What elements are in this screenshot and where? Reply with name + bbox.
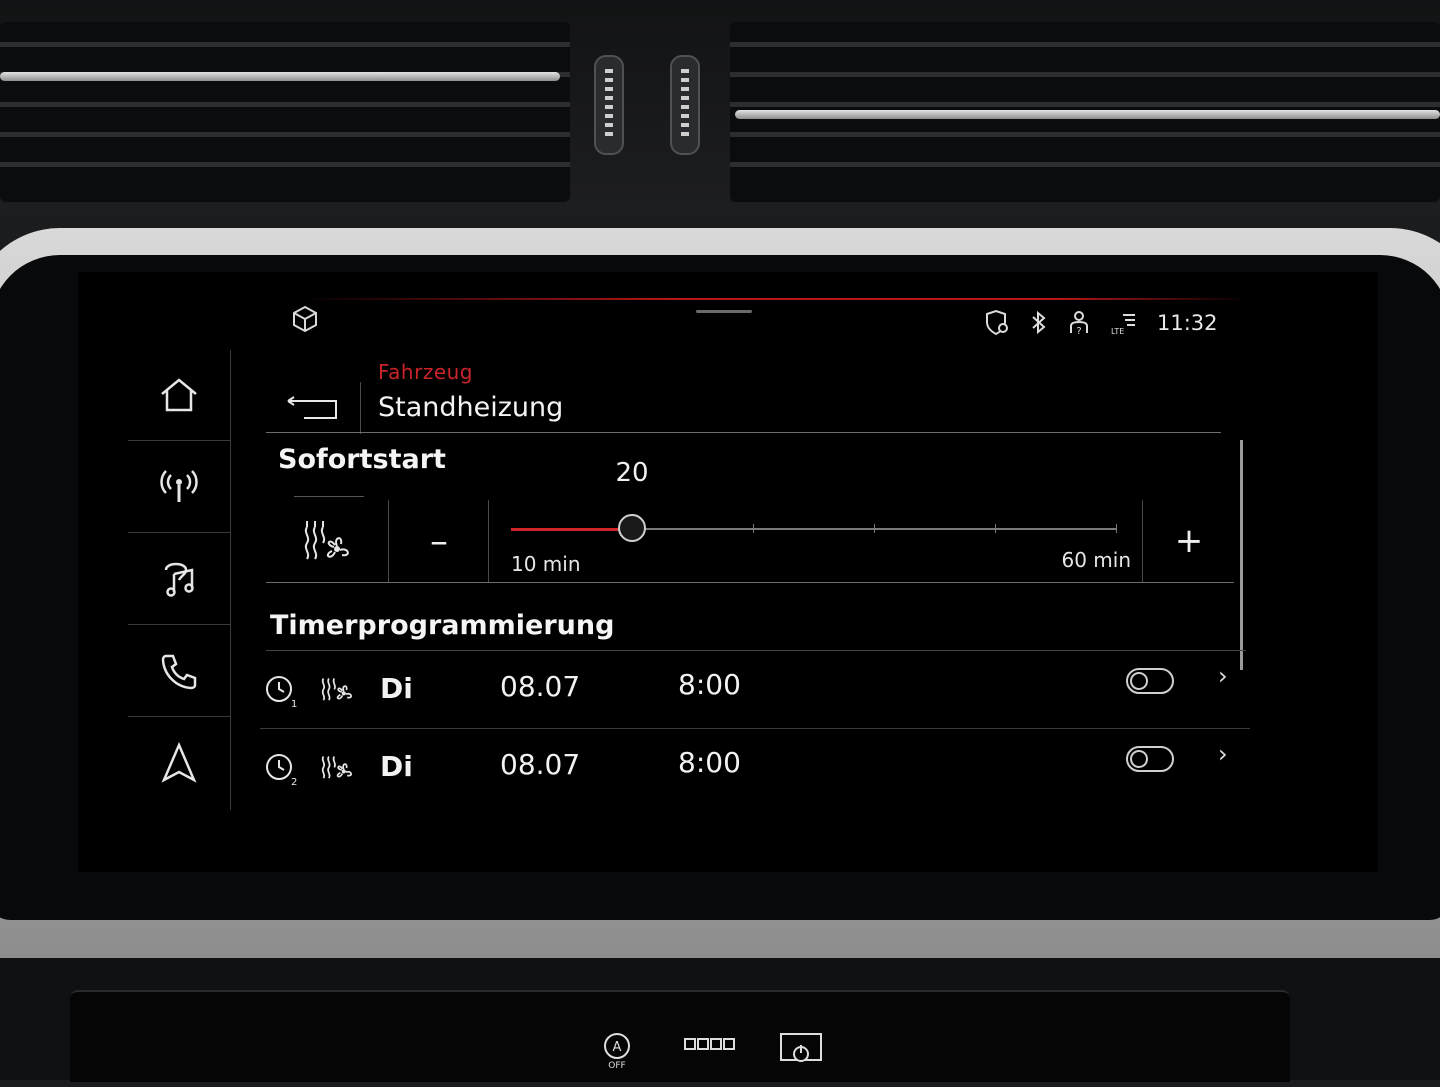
nav-radio[interactable] (128, 442, 230, 533)
vent-trim-left (0, 72, 560, 81)
svg-text:A: A (613, 1040, 622, 1055)
status-accent-line (298, 298, 1248, 300)
timer-toggle[interactable] (1126, 746, 1174, 772)
vent-adjuster-left[interactable] (594, 55, 624, 155)
heat-mode-underline (294, 496, 364, 497)
nav-navigation[interactable] (128, 718, 230, 808)
breadcrumb[interactable]: Fahrzeug (378, 360, 473, 384)
slider-min-label: 10 min (511, 552, 581, 576)
antenna-icon (160, 470, 198, 502)
chevron-right-icon[interactable]: › (1218, 662, 1228, 690)
navigation-arrow-icon (161, 741, 197, 783)
music-icon (164, 562, 194, 597)
slider-max-label: 60 min (1061, 548, 1131, 572)
bluetooth-icon (1032, 310, 1046, 335)
svg-text:OFF: OFF (608, 1061, 625, 1070)
slider-tick (1116, 524, 1117, 533)
timer-date: 08.07 (500, 748, 581, 781)
shield-location-icon (986, 309, 1008, 336)
slider-tick (753, 524, 754, 533)
back-button[interactable] (266, 382, 361, 434)
display-power-button[interactable] (772, 1030, 830, 1074)
cube-icon[interactable] (290, 304, 320, 334)
back-arrow-icon (287, 396, 337, 419)
timer-divider (266, 650, 1246, 651)
side-navigation (128, 350, 231, 810)
heat-mode-button[interactable] (266, 500, 389, 582)
air-vents (0, 0, 1440, 215)
scrollbar[interactable] (1240, 440, 1243, 670)
svg-text:2: 2 (291, 777, 297, 786)
home-icon (161, 378, 197, 412)
nav-media[interactable] (128, 534, 230, 625)
left-vent (0, 22, 570, 202)
status-bar: ? LTE 11:32 (78, 272, 1378, 337)
parking-sensor-icon (684, 1038, 735, 1050)
sofortstart-row: – 20 10 min 60 min + (266, 458, 1235, 583)
pull-down-handle[interactable] (696, 310, 752, 313)
timer-time: 8:00 (678, 746, 741, 779)
page-title: Standheizung (378, 392, 564, 423)
svg-text:?: ? (1076, 326, 1081, 337)
heating-ventilation-icon (304, 521, 349, 560)
nav-phone[interactable] (128, 626, 230, 717)
slider-value: 20 (615, 458, 649, 488)
decrease-duration-button[interactable]: – (390, 500, 489, 582)
timer-clock-icon: 1 (266, 676, 297, 708)
timer-section-title: Timerprogrammierung (270, 610, 615, 641)
slider-tick (874, 524, 875, 533)
increase-duration-button[interactable]: + (1142, 500, 1235, 582)
clock: 11:32 (1157, 311, 1218, 335)
timer-day: Di (380, 750, 413, 783)
sofortstart-title: Sofortstart (278, 444, 446, 475)
phone-icon (161, 654, 197, 690)
timer-date: 08.07 (500, 670, 581, 703)
infotainment-screen: ? LTE 11:32 Fahrzeug Standheizung Sofort… (78, 272, 1378, 872)
lte-signal-icon: LTE (1111, 314, 1135, 336)
heating-ventilation-icon (321, 678, 352, 701)
auto-start-stop-off-button[interactable]: A OFF (588, 1030, 646, 1074)
status-icons: ? LTE 11:32 (983, 308, 1218, 338)
heating-ventilation-icon (321, 756, 352, 779)
timer-day: Di (380, 672, 413, 705)
svg-text:1: 1 (291, 699, 297, 708)
auto-start-stop-off-icon: A OFF (604, 1033, 630, 1071)
svg-text:LTE: LTE (1111, 327, 1124, 336)
vent-trim-right (735, 110, 1440, 119)
slider-thumb[interactable] (618, 514, 646, 542)
timer-time: 8:00 (678, 668, 741, 701)
duration-slider[interactable]: 20 10 min 60 min (511, 458, 1131, 582)
parking-sensor-button[interactable] (680, 1030, 738, 1074)
chevron-right-icon[interactable]: › (1218, 740, 1228, 768)
nav-home[interactable] (128, 350, 230, 441)
display-power-icon (780, 1033, 822, 1062)
timer-row-1[interactable]: 1 Di 08.07 8:00 › (260, 652, 1250, 729)
timer-clock-icon: 2 (266, 754, 297, 786)
timer-toggle[interactable] (1126, 668, 1174, 694)
person-question-icon: ? (1070, 311, 1088, 337)
header-divider (266, 432, 1221, 433)
slider-fill (511, 528, 632, 531)
vent-adjuster-right[interactable] (670, 55, 700, 155)
slider-tick (995, 524, 996, 533)
timer-row-2[interactable]: 2 Di 08.07 8:00 › (260, 730, 1250, 806)
